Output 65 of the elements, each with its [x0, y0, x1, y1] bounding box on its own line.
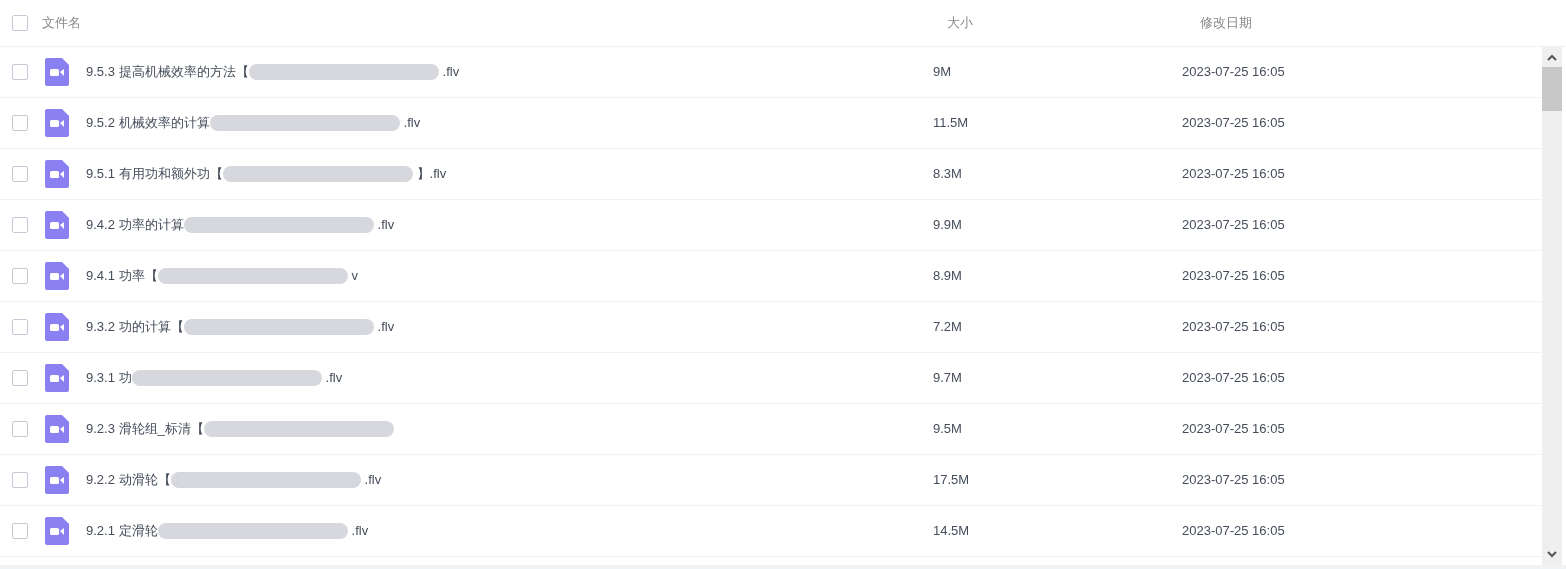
modified-date: 2023-07-25 16:05	[1182, 63, 1285, 82]
video-file-icon	[45, 262, 69, 290]
scrollbar[interactable]	[1542, 47, 1562, 565]
video-file-icon	[45, 109, 69, 137]
modified-date: 2023-07-25 16:05	[1182, 216, 1285, 235]
video-file-icon	[45, 466, 69, 494]
file-size: 17.5M	[933, 471, 971, 490]
checkbox[interactable]	[12, 370, 28, 386]
file-size: 7.2M	[933, 318, 963, 337]
file-extension[interactable]: .flv	[325, 368, 343, 388]
checkbox[interactable]	[12, 319, 28, 335]
modified-date: 2023-07-25 16:05	[1182, 318, 1285, 337]
file-extension[interactable]: v	[351, 266, 359, 286]
file-extension[interactable]: .flv	[403, 113, 421, 133]
file-size: 14.5M	[933, 522, 971, 541]
file-size: 9M	[933, 63, 953, 82]
scrollbar-thumb[interactable]	[1542, 67, 1562, 111]
video-file-icon	[45, 364, 69, 392]
checkbox[interactable]	[12, 115, 28, 131]
file-extension[interactable]: .flv	[377, 317, 395, 337]
checkbox[interactable]	[12, 15, 28, 31]
file-extension[interactable]: 】.flv	[416, 164, 447, 184]
checkbox[interactable]	[12, 166, 28, 182]
modified-date: 2023-07-25 16:05	[1182, 114, 1285, 133]
file-name[interactable]: 9.2.1 定滑轮	[86, 521, 158, 541]
column-header[interactable]: 文件名	[42, 13, 933, 33]
file-name[interactable]: 9.3.2 功的计算【	[86, 317, 184, 337]
file-extension[interactable]: .flv	[442, 62, 460, 82]
checkbox[interactable]	[12, 64, 28, 80]
file-name[interactable]: 9.2.3 滑轮组_标清【	[86, 419, 204, 439]
modified-date: 2023-07-25 16:05	[1182, 471, 1285, 490]
file-size: 9.9M	[933, 216, 963, 235]
file-name[interactable]: 9.2.2 动滑轮【	[86, 470, 171, 490]
checkbox[interactable]	[12, 268, 28, 284]
file-size: 8.9M	[933, 267, 963, 286]
file-size: 8.3M	[933, 165, 963, 184]
checkbox[interactable]	[12, 472, 28, 488]
modified-date: 2023-07-25 16:05	[1182, 420, 1285, 439]
checkbox[interactable]	[12, 523, 28, 539]
video-file-icon	[45, 415, 69, 443]
column-header[interactable]: 大小	[933, 13, 1184, 33]
column-header[interactable]: 修改日期	[1184, 13, 1252, 33]
checkbox[interactable]	[12, 421, 28, 437]
video-file-icon	[45, 313, 69, 341]
video-file-icon	[45, 211, 69, 239]
modified-date: 2023-07-25 16:05	[1182, 165, 1285, 184]
file-extension[interactable]: .flv	[364, 470, 382, 490]
modified-date: 2023-07-25 16:05	[1182, 369, 1285, 388]
modified-date: 2023-07-25 16:05	[1182, 522, 1285, 541]
file-size: 9.5M	[933, 420, 963, 439]
file-name[interactable]: 9.4.1 功率【	[86, 266, 158, 286]
file-size: 9.7M	[933, 369, 963, 388]
file-extension[interactable]: .flv	[351, 521, 369, 541]
checkbox[interactable]	[12, 217, 28, 233]
file-name[interactable]: 9.3.1 功	[86, 368, 132, 388]
file-extension[interactable]: .flv	[377, 215, 395, 235]
file-name[interactable]: 9.4.2 功率的计算	[86, 215, 184, 235]
video-file-icon	[45, 160, 69, 188]
video-file-icon	[45, 517, 69, 545]
file-name[interactable]: 9.5.2 机械效率的计算	[86, 113, 210, 133]
modified-date: 2023-07-25 16:05	[1182, 267, 1285, 286]
file-name[interactable]: 9.5.1 有用功和额外功【	[86, 164, 223, 184]
file-size: 11.5M	[933, 114, 970, 133]
file-name[interactable]: 9.5.3 提高机械效率的方法【	[86, 62, 249, 82]
video-file-icon	[45, 58, 69, 86]
